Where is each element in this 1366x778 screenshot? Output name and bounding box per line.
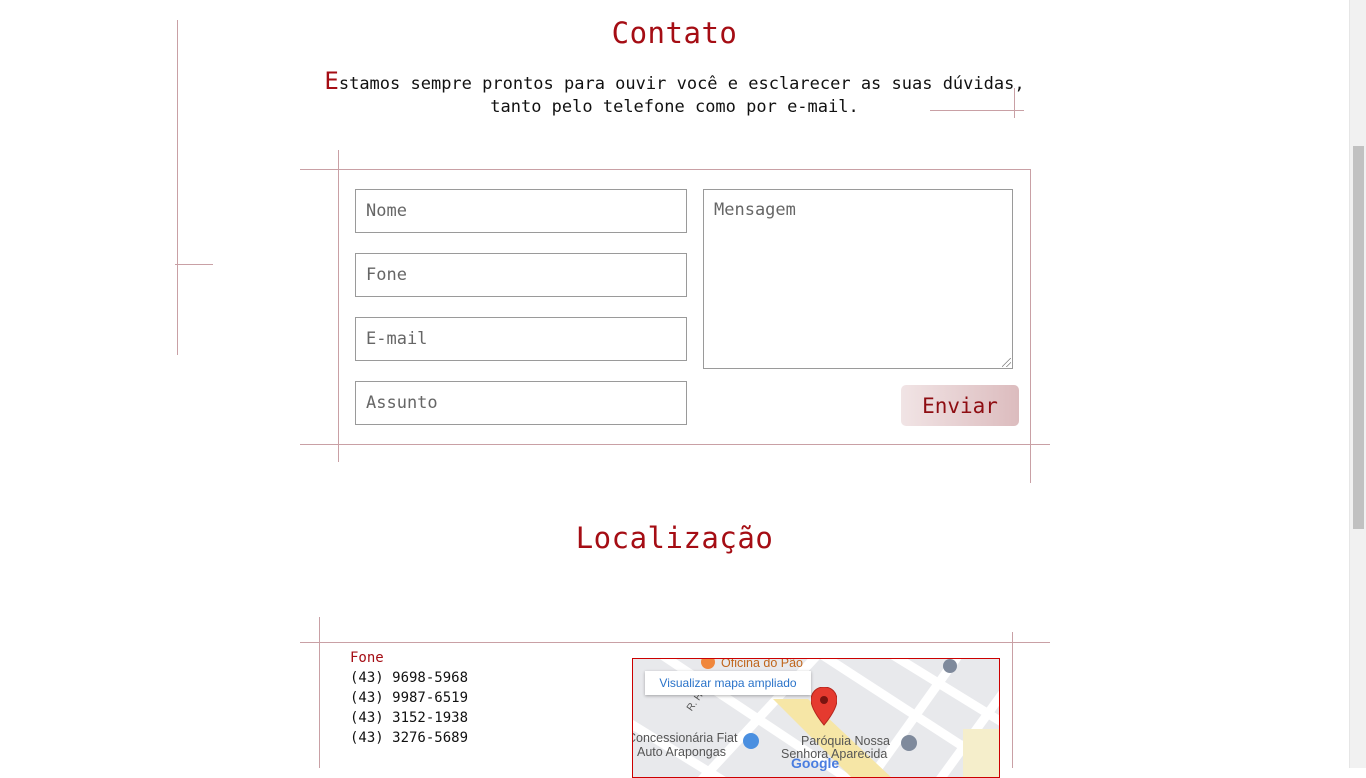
contact-title: Contato [611,16,738,50]
view-larger-map-button[interactable]: Visualizar mapa ampliado [645,671,811,695]
subject-input[interactable]: Assunto [355,381,687,425]
submit-button[interactable]: Enviar [901,385,1019,426]
phone-section-label: Fone [350,650,384,666]
resize-handle-icon[interactable] [1002,358,1011,367]
phone-input[interactable]: Fone [355,253,687,297]
church-icon [901,735,917,751]
google-logo: Google [791,755,840,771]
guide-line [300,642,1050,643]
guide-line [1012,632,1013,768]
map-label-bakery: Oficina do Pão [721,658,803,670]
shopping-bag-icon [743,733,759,749]
message-textarea[interactable]: Mensagem [703,189,1013,369]
page-scrollbar[interactable] [1349,0,1366,768]
intro-line-1: Estamos sempre prontos para ouvir você e… [0,67,1349,96]
phone-number: (43) 9698-5968 [350,670,469,686]
phone-number: (43) 3276-5689 [350,730,469,746]
phone-number: (43) 3152-1938 [350,710,469,726]
message-placeholder: Mensagem [714,200,796,220]
email-input[interactable]: E-mail [355,317,687,361]
guide-line [300,169,1030,170]
intro-line-2: tanto pelo telefone como por e-mail. [490,97,859,117]
map-label-dealer-2: Auto Arapongas [637,745,726,759]
contact-intro: Estamos sempre prontos para ouvir você e… [0,67,1349,119]
guide-line [319,617,320,768]
guide-line [300,444,1050,445]
embedded-map[interactable]: Oficina do Pão R. Harp Concessionária Fi… [632,658,1000,778]
transit-icon [943,659,957,673]
map-label-dealer: Concessionária Fiat [632,731,738,745]
intro-line-1-text: stamos sempre prontos para ouvir você e … [338,74,1025,94]
location-title: Localização [575,521,774,555]
intro-drop-cap: E [324,67,339,95]
scrollbar-thumb[interactable] [1353,146,1364,529]
guide-line [1030,169,1031,483]
map-marker-icon [811,687,837,726]
guide-line [175,264,213,265]
map-label-church: Paróquia Nossa [801,734,890,748]
name-input[interactable]: Nome [355,189,687,233]
phone-number: (43) 9987-6519 [350,690,469,706]
guide-line [338,150,339,462]
